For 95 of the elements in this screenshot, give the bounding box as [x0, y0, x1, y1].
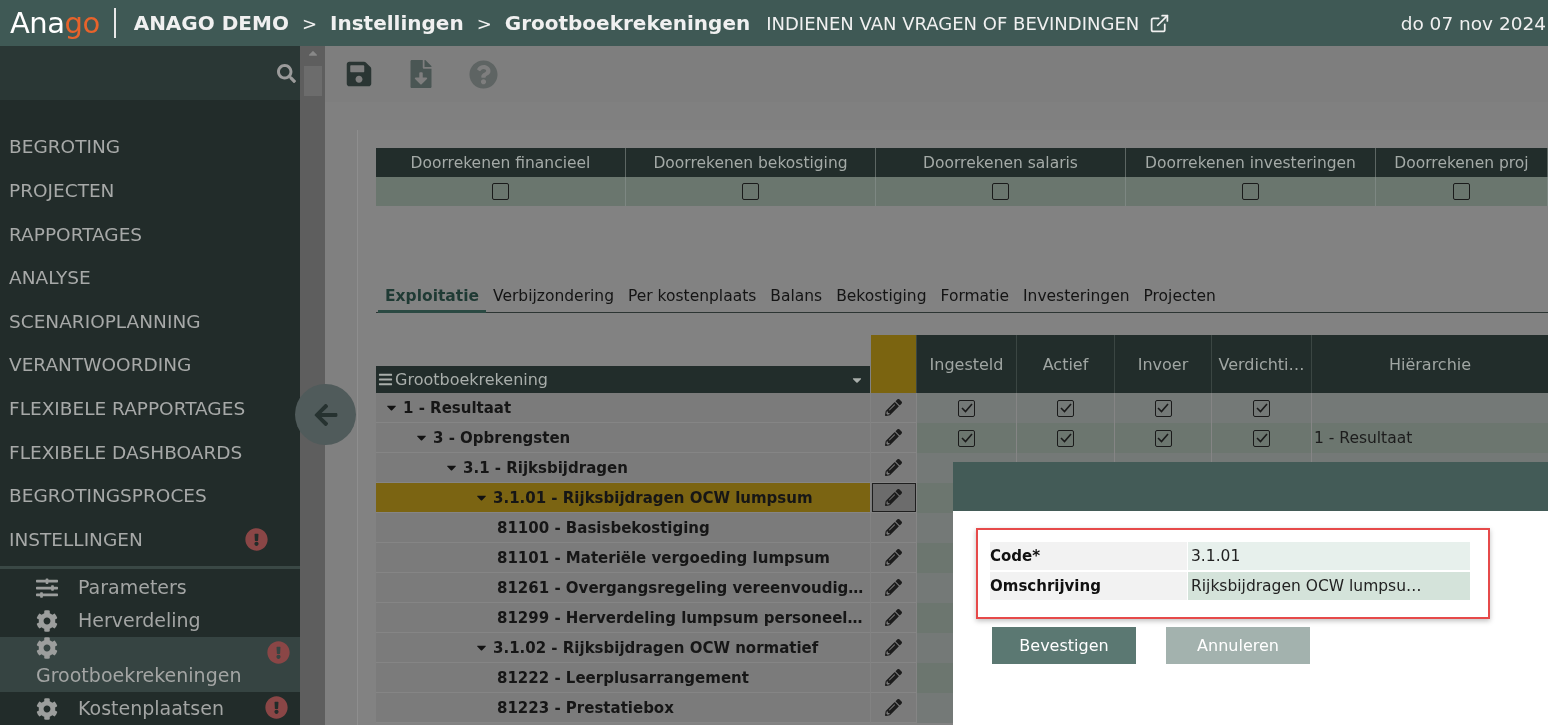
tree-row[interactable]: 1 - Resultaat [376, 393, 870, 423]
column-header: Doorrekenen financieel [376, 148, 626, 177]
breadcrumb-item[interactable]: Instellingen [330, 11, 464, 35]
tree-row[interactable]: 81100 - Basisbekostiging [376, 513, 870, 543]
checkbox[interactable] [742, 183, 759, 200]
column-header: Actief [1016, 335, 1114, 393]
tab[interactable]: Exploitatie [378, 282, 487, 313]
column-header: Invoer [1114, 335, 1211, 393]
gear-icon [36, 609, 58, 632]
pencil-icon [885, 579, 902, 596]
sliders-icon [36, 576, 58, 599]
checkbox[interactable] [1057, 399, 1074, 417]
arrow-left-icon [312, 401, 339, 428]
nav-item[interactable]: VERANTWOORDING [0, 343, 290, 387]
checkbox[interactable] [492, 183, 509, 200]
tree-row[interactable]: 81222 - Leerplusarrangement [376, 663, 870, 693]
sub-nav-item[interactable]: Kostenplaatsen [0, 692, 300, 725]
tab[interactable]: Verbijzondering [486, 282, 621, 313]
tab[interactable]: Per kostenplaats [621, 282, 764, 313]
search-icon[interactable] [277, 63, 296, 83]
logo: Anago [10, 6, 100, 40]
save-icon [345, 60, 373, 88]
tree-row[interactable]: 3.1.01 - Rijksbijdragen OCW lumpsum [376, 483, 870, 513]
menu-icon[interactable] [378, 372, 393, 387]
breadcrumb-separator: > [476, 12, 492, 34]
nav-item[interactable]: FLEXIBELE DASHBOARDS [0, 430, 290, 474]
pencil-icon [885, 699, 902, 716]
checkbox[interactable] [1453, 183, 1470, 200]
pencil-icon [885, 459, 902, 476]
breadcrumb-item[interactable]: Grootboekrekeningen [504, 11, 751, 35]
column-header: Verdichti… [1211, 335, 1311, 393]
tab[interactable]: Formatie [933, 282, 1016, 313]
nav-item[interactable]: ANALYSE [0, 255, 290, 300]
sub-nav-item[interactable]: Herverdeling [0, 604, 300, 637]
tree-row[interactable]: 3.1.02 - Rijksbijdragen OCW normatief [376, 633, 870, 663]
tab[interactable]: Projecten [1136, 282, 1223, 313]
nav-item[interactable]: FLEXIBELE RAPPORTAGES [0, 386, 290, 431]
tree-row[interactable]: 81101 - Materiële vergoeding lumpsum [376, 543, 870, 573]
checkbox[interactable] [1253, 429, 1270, 447]
input-field[interactable]: 3.1.01 [1188, 542, 1470, 570]
tree-row[interactable]: 81261 - Overgangsregeling vereenvoudig… [376, 573, 870, 603]
tree-row[interactable]: 81299 - Herverdeling lumpsum personeel… [376, 603, 870, 633]
checkbox[interactable] [1154, 399, 1172, 417]
field-label: Omschrijving [990, 572, 1187, 600]
checkbox[interactable] [1242, 183, 1259, 200]
tree-row[interactable]: 3 - Opbrengsten [376, 423, 870, 453]
sub-nav-item[interactable]: Parameters [0, 571, 300, 604]
gear-icon [36, 697, 58, 720]
confirm-button[interactable]: Bevestigen [992, 627, 1136, 664]
tree-row[interactable]: 3.1 - Rijksbijdragen [376, 453, 870, 483]
help-icon [469, 59, 498, 89]
nav-item[interactable]: BEGROTINGSPROCES [0, 473, 290, 518]
column-header: Doorrekenen bekostiging [626, 148, 876, 177]
checkbox[interactable] [958, 399, 975, 417]
field-label: Code* [990, 542, 1187, 570]
nav-item[interactable]: SCENARIOPLANNING [0, 299, 290, 344]
pencil-icon [885, 519, 902, 536]
pencil-icon [885, 399, 902, 416]
checkbox[interactable] [958, 429, 975, 447]
external-link-icon [1149, 12, 1171, 34]
pencil-icon [885, 609, 902, 626]
column-header: Doorrekenen salaris [876, 148, 1126, 177]
pencil-icon [885, 489, 902, 506]
save-button[interactable] [345, 60, 373, 88]
checkbox[interactable] [1154, 429, 1172, 447]
breadcrumb-item[interactable]: ANAGO DEMO [133, 11, 289, 35]
table-cell: 1 - Resultaat [1311, 423, 1548, 453]
date-text: do 07 nov 2024 [1400, 12, 1547, 34]
pencil-icon [885, 549, 902, 566]
pencil-icon [885, 429, 902, 446]
column-header: Doorrekenen proj [1376, 148, 1548, 177]
feedback-link[interactable]: INDIENEN VAN VRAGEN OF BEVINDINGEN [766, 12, 1171, 34]
column-header: Hiërarchie [1311, 335, 1548, 393]
column-header: Ingesteld [916, 335, 1016, 393]
tab[interactable]: Bekostiging [829, 282, 934, 313]
column-title: Grootboekrekening [395, 370, 549, 389]
checkbox[interactable] [1057, 429, 1074, 447]
nav-item[interactable]: PROJECTEN [0, 168, 290, 213]
breadcrumb-separator: > [301, 12, 317, 34]
edit-button[interactable] [871, 483, 916, 512]
input-field[interactable]: Rijksbijdragen OCW lumpsu… [1188, 572, 1470, 600]
checkbox[interactable] [1253, 399, 1270, 417]
pencil-icon [885, 639, 902, 656]
pencil-icon [885, 669, 902, 686]
tab[interactable]: Balans [763, 282, 830, 313]
nav-item[interactable]: RAPPORTAGES [0, 212, 290, 256]
column-header: Doorrekenen investeringen [1126, 148, 1376, 177]
checkbox[interactable] [992, 183, 1009, 200]
nav-item[interactable]: BEGROTING [0, 125, 290, 169]
scrollbar[interactable] [300, 46, 325, 725]
tab[interactable]: Investeringen [1016, 282, 1137, 313]
sub-nav-item[interactable]: Grootboekrekeningen [0, 637, 300, 692]
gear-icon [36, 637, 58, 659]
nav-item[interactable]: INSTELLINGEN [0, 517, 290, 561]
tree-row[interactable]: 81223 - Prestatiebox [376, 693, 870, 723]
